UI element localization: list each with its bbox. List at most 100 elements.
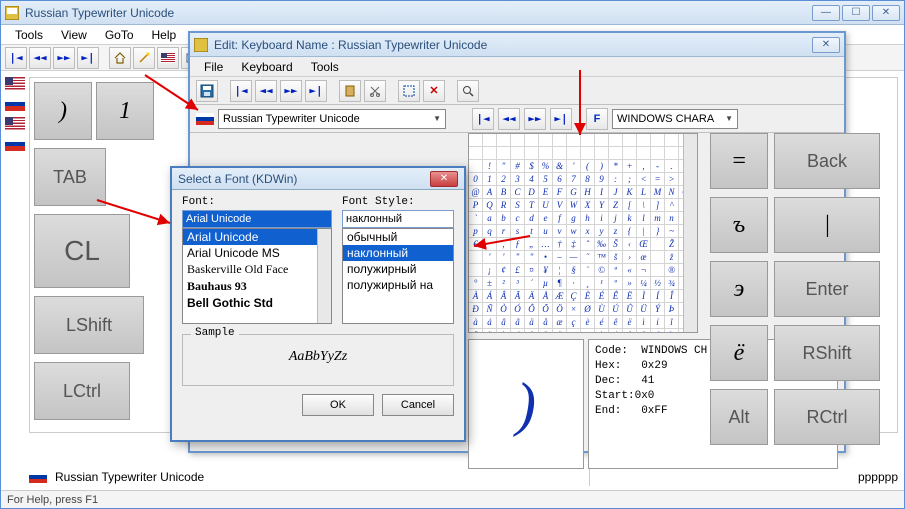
char-cell[interactable]: B — [497, 186, 511, 199]
char-cell[interactable]: œ — [637, 251, 651, 264]
char-cell[interactable] — [609, 134, 623, 147]
char-cell[interactable]: ã — [511, 316, 525, 329]
char-cell[interactable]: Q — [483, 199, 497, 212]
char-cell[interactable]: T — [525, 199, 539, 212]
char-cell[interactable]: N — [665, 186, 679, 199]
cnav-next[interactable]: ►► — [524, 108, 546, 130]
key-alt[interactable]: Alt — [710, 389, 768, 445]
dialog-close-button[interactable]: ✕ — [430, 171, 458, 187]
char-cell[interactable]: - — [651, 160, 665, 173]
char-cell[interactable]: Û — [623, 303, 637, 316]
char-cell[interactable]: ô — [525, 329, 539, 333]
list-item[interactable]: наклонный — [343, 245, 453, 261]
flag-ru-icon[interactable] — [5, 97, 25, 111]
char-cell[interactable]: x — [581, 225, 595, 238]
char-cell[interactable]: û — [623, 329, 637, 333]
char-cell[interactable]: V — [553, 199, 567, 212]
char-cell[interactable]: Ø — [581, 303, 595, 316]
char-cell[interactable]: > — [665, 173, 679, 186]
char-cell[interactable] — [497, 147, 511, 160]
char-cell[interactable]: · — [567, 277, 581, 290]
char-cell[interactable]: º — [609, 277, 623, 290]
char-cell[interactable] — [567, 147, 581, 160]
char-cell[interactable]: Ç — [567, 290, 581, 303]
char-cell[interactable]: ¹ — [595, 277, 609, 290]
char-cell[interactable]: ! — [483, 160, 497, 173]
char-cell[interactable]: l — [637, 212, 651, 225]
char-cell[interactable]: u — [539, 225, 553, 238]
char-cell[interactable]: ± — [483, 277, 497, 290]
char-cell[interactable]: ´ — [525, 277, 539, 290]
char-cell[interactable]: 1 — [483, 173, 497, 186]
cut-icon[interactable] — [364, 80, 386, 102]
char-cell[interactable]: Ã — [511, 290, 525, 303]
zoom-icon[interactable] — [457, 80, 479, 102]
char-cell[interactable]: è — [581, 316, 595, 329]
char-cell[interactable]: ² — [497, 277, 511, 290]
char-cell[interactable]: É — [595, 290, 609, 303]
char-cell[interactable]: , — [637, 160, 651, 173]
char-cell[interactable]: Ù — [595, 303, 609, 316]
enav-prev[interactable]: ◄◄ — [255, 80, 277, 102]
char-cell[interactable]: " — [497, 160, 511, 173]
char-cell[interactable]: . — [665, 160, 679, 173]
char-cell[interactable]: ñ — [483, 329, 497, 333]
char-cell[interactable]: ¥ — [539, 264, 553, 277]
char-cell[interactable]: ÷ — [567, 329, 581, 333]
char-cell[interactable] — [637, 147, 651, 160]
char-cell[interactable] — [469, 134, 483, 147]
encoding-combo[interactable]: WINDOWS CHARA ▼ — [612, 109, 738, 129]
enav-next[interactable]: ►► — [280, 80, 302, 102]
char-cell[interactable]: ¬ — [637, 264, 651, 277]
char-cell[interactable] — [623, 134, 637, 147]
menu-view[interactable]: View — [53, 26, 95, 44]
char-cell[interactable]: 8 — [581, 173, 595, 186]
list-item[interactable]: Bell Gothic Std — [183, 295, 331, 311]
char-cell[interactable] — [539, 147, 553, 160]
char-cell[interactable]: þ — [665, 329, 679, 333]
char-cell[interactable]: ® — [665, 264, 679, 277]
char-cell[interactable]: ¡ — [483, 264, 497, 277]
char-cell[interactable] — [609, 147, 623, 160]
char-cell[interactable]: + — [623, 160, 637, 173]
char-cell[interactable]: h — [581, 212, 595, 225]
char-cell[interactable]: y — [595, 225, 609, 238]
flag-us-icon[interactable] — [5, 77, 25, 91]
char-cell[interactable]: Ü — [637, 303, 651, 316]
char-cell[interactable]: • — [539, 251, 553, 264]
key-lshift[interactable]: LShift — [34, 296, 144, 354]
char-cell[interactable]: n — [665, 212, 679, 225]
ok-button[interactable]: OK — [302, 394, 374, 416]
menu-keyboard[interactable]: Keyboard — [233, 58, 300, 76]
char-cell[interactable]: × — [567, 303, 581, 316]
char-cell[interactable]: ¸ — [581, 277, 595, 290]
style-list[interactable]: обычный наклонный полужирный полужирный … — [342, 228, 454, 324]
char-cell[interactable]: # — [511, 160, 525, 173]
char-cell[interactable]: v — [553, 225, 567, 238]
char-cell[interactable]: ] — [651, 199, 665, 212]
char-cell[interactable]: X — [581, 199, 595, 212]
char-cell[interactable]: G — [567, 186, 581, 199]
enav-first[interactable]: |◄ — [230, 80, 252, 102]
char-cell[interactable]: † — [553, 238, 567, 251]
char-cell[interactable]: ú — [609, 329, 623, 333]
char-cell[interactable]: — — [567, 251, 581, 264]
char-cell[interactable]: Œ — [637, 238, 651, 251]
char-cell[interactable]: g — [567, 212, 581, 225]
scrollbar[interactable] — [317, 229, 331, 323]
key-enter[interactable]: Enter — [774, 261, 880, 317]
char-cell[interactable]: 0 — [469, 173, 483, 186]
char-cell[interactable]: 5 — [539, 173, 553, 186]
char-cell[interactable]: L — [637, 186, 651, 199]
char-cell[interactable]: Å — [539, 290, 553, 303]
keyboard-combo[interactable]: Russian Typewriter Unicode ▼ — [218, 109, 446, 129]
char-cell[interactable]: ü — [637, 329, 651, 333]
char-cell[interactable]: « — [623, 264, 637, 277]
char-cell[interactable]: š — [609, 251, 623, 264]
list-item[interactable]: Arial Unicode MS — [183, 245, 331, 261]
char-cell[interactable]: 7 — [567, 173, 581, 186]
scrollbar[interactable] — [683, 134, 697, 332]
char-cell[interactable] — [637, 134, 651, 147]
cnav-first[interactable]: |◄ — [472, 108, 494, 130]
char-cell[interactable]: ö — [553, 329, 567, 333]
